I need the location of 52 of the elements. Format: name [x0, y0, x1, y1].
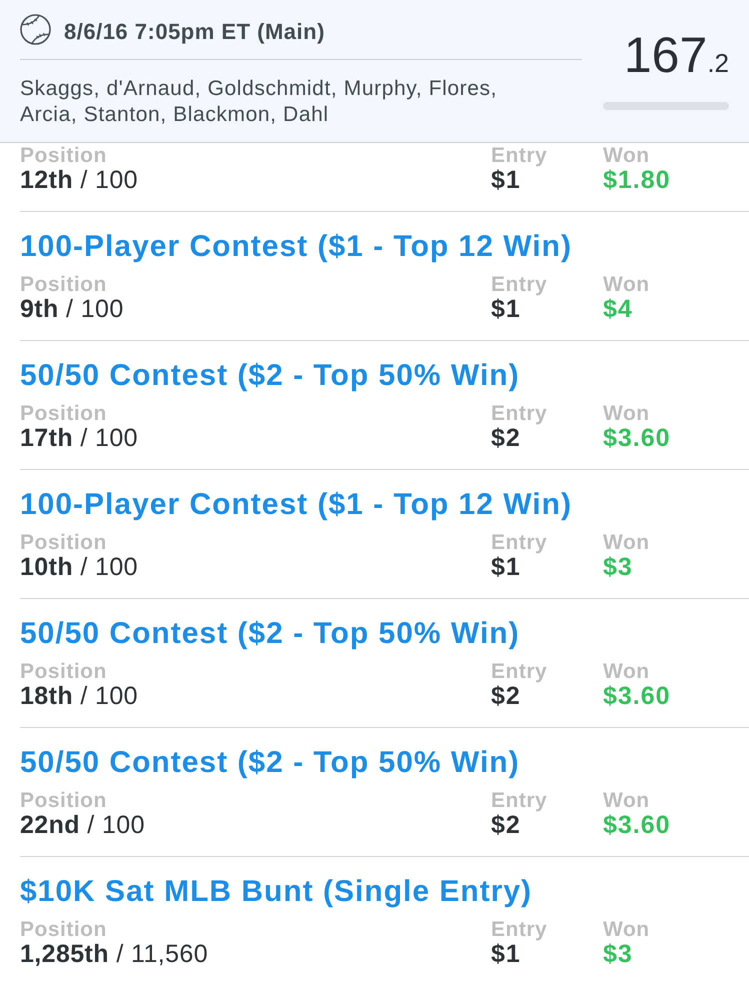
entry-fee: $1: [491, 296, 521, 323]
slate-time: 8/6/16 7:05pm ET (Main): [64, 19, 325, 45]
position-value: 1,285th / 11,560: [20, 941, 208, 968]
contest-title[interactable]: 50/50 Contest ($2 - Top 50% Win): [20, 746, 520, 780]
winnings-amount: $3: [603, 554, 633, 581]
entry-label: Entry: [491, 403, 548, 425]
position-value: 10th / 100: [20, 554, 138, 581]
winnings-amount: $1.80: [603, 167, 671, 194]
contest-title[interactable]: 50/50 Contest ($2 - Top 50% Win): [20, 359, 520, 393]
position-value: 9th / 100: [20, 296, 124, 323]
position-value: 17th / 100: [20, 425, 138, 452]
entry-fee: $1: [491, 167, 521, 194]
winnings-amount: $3.60: [603, 812, 671, 839]
position-value: 22nd / 100: [20, 812, 145, 839]
won-label: Won: [603, 403, 650, 425]
won-label: Won: [603, 532, 650, 554]
contest-title[interactable]: 100-Player Contest ($1 - Top 12 Win): [20, 488, 572, 522]
position-label: Position: [20, 274, 107, 296]
contest-title[interactable]: $10K Sat MLB Bunt (Single Entry): [20, 875, 532, 909]
position-label: Position: [20, 919, 107, 941]
contest-title[interactable]: 100-Player Contest ($1 - Top 12 Win): [20, 230, 572, 264]
entry-fee: $1: [491, 941, 521, 968]
winnings-amount: $3.60: [603, 425, 671, 452]
baseball-icon: [20, 14, 51, 45]
entry-fee: $2: [491, 812, 521, 839]
won-label: Won: [603, 919, 650, 941]
position-value: 18th / 100: [20, 683, 138, 710]
score-value: 167.2: [624, 26, 729, 85]
entry-label: Entry: [491, 145, 548, 167]
position-label: Position: [20, 145, 107, 167]
won-label: Won: [603, 145, 650, 167]
winnings-amount: $3.60: [603, 683, 671, 710]
entry-label: Entry: [491, 919, 548, 941]
entry-label: Entry: [491, 661, 548, 683]
entry-fee: $2: [491, 425, 521, 452]
won-label: Won: [603, 274, 650, 296]
entry-label: Entry: [491, 532, 548, 554]
position-label: Position: [20, 790, 107, 812]
position-value: 12th / 100: [20, 167, 138, 194]
entry-fee: $2: [491, 683, 521, 710]
player-list: Skaggs, d'Arnaud, Goldschmidt, Murphy, Flores, Arcia, Stanton, Blackmon, Dahl: [20, 76, 525, 128]
position-label: Position: [20, 661, 107, 683]
entry-label: Entry: [491, 274, 548, 296]
position-label: Position: [20, 532, 107, 554]
entry-label: Entry: [491, 790, 548, 812]
winnings-amount: $4: [603, 296, 633, 323]
winnings-amount: $3: [603, 941, 633, 968]
won-label: Won: [603, 790, 650, 812]
contest-title[interactable]: 50/50 Contest ($2 - Top 50% Win): [20, 617, 520, 651]
position-label: Position: [20, 403, 107, 425]
entry-fee: $1: [491, 554, 521, 581]
won-label: Won: [603, 661, 650, 683]
